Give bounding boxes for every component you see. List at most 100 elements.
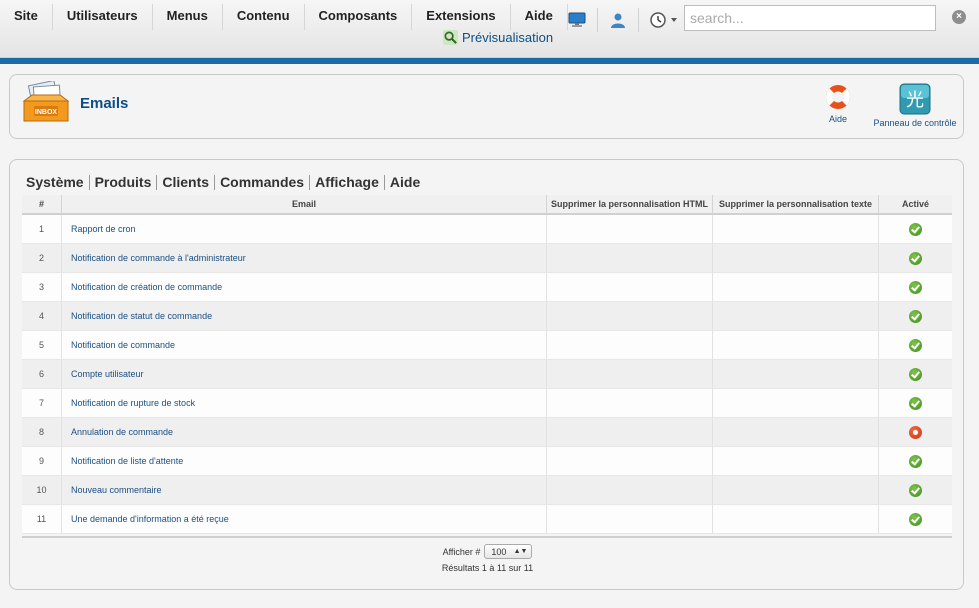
email-name-link[interactable]: Compte utilisateur bbox=[71, 369, 144, 379]
email-name-link[interactable]: Une demande d'information a été reçue bbox=[71, 514, 229, 524]
text-reset-cell bbox=[713, 447, 879, 476]
column-header-html-reset[interactable]: Supprimer la personnalisation HTML bbox=[547, 195, 713, 215]
active-check-icon[interactable] bbox=[909, 454, 922, 468]
active-check-icon[interactable] bbox=[909, 483, 922, 497]
active-check-icon[interactable] bbox=[909, 222, 922, 236]
active-cell bbox=[879, 273, 952, 302]
emails-table: # Email Supprimer la personnalisation HT… bbox=[22, 195, 952, 534]
menu-extensions[interactable]: Extensions bbox=[412, 4, 511, 30]
subnav-produits[interactable]: Produits bbox=[88, 175, 157, 190]
text-reset-cell bbox=[713, 360, 879, 389]
table-row: 4 Notification de statut de commande bbox=[22, 302, 952, 331]
email-name-cell: Compte utilisateur bbox=[62, 360, 547, 389]
email-name-link[interactable]: Annulation de commande bbox=[71, 427, 173, 437]
menu-composants[interactable]: Composants bbox=[305, 4, 413, 30]
email-name-cell: Notification de commande à l'administrat… bbox=[62, 244, 547, 273]
row-number: 7 bbox=[22, 389, 62, 418]
subnav-commandes[interactable]: Commandes bbox=[214, 175, 309, 190]
active-check-icon[interactable] bbox=[909, 396, 922, 410]
table-row: 11 Une demande d'information a été reçue bbox=[22, 505, 952, 534]
active-cell bbox=[879, 476, 952, 505]
email-name-link[interactable]: Notification de création de commande bbox=[71, 282, 222, 292]
subnav-clients[interactable]: Clients bbox=[156, 175, 214, 190]
inbox-icon: INBOX bbox=[22, 81, 70, 122]
active-cell bbox=[879, 331, 952, 360]
subnav-systeme[interactable]: Système bbox=[25, 175, 89, 190]
text-reset-cell bbox=[713, 331, 879, 360]
row-number: 6 bbox=[22, 360, 62, 389]
text-reset-cell bbox=[713, 389, 879, 418]
active-check-icon[interactable] bbox=[909, 251, 922, 265]
email-name-link[interactable]: Nouveau commentaire bbox=[71, 485, 162, 495]
top-menu-bar: Site Utilisateurs Menus Contenu Composan… bbox=[0, 0, 979, 58]
active-check-icon[interactable] bbox=[909, 280, 922, 294]
active-check-icon[interactable] bbox=[909, 512, 922, 526]
monitor-icon[interactable] bbox=[568, 11, 586, 29]
table-header-row: # Email Supprimer la personnalisation HT… bbox=[22, 195, 952, 215]
page-header-panel: INBOX Emails Aide 光 Panneau de contrôle bbox=[9, 74, 964, 139]
active-cell bbox=[879, 389, 952, 418]
row-number: 9 bbox=[22, 447, 62, 476]
table-row: 5 Notification de commande bbox=[22, 331, 952, 360]
table-row: 9 Notification de liste d'attente bbox=[22, 447, 952, 476]
magnifier-icon bbox=[443, 30, 458, 45]
limit-label: Afficher # bbox=[442, 546, 481, 557]
user-icon[interactable] bbox=[609, 11, 627, 29]
limit-select[interactable]: 100 ▲▼ bbox=[484, 544, 533, 559]
email-name-link[interactable]: Notification de commande à l'administrat… bbox=[71, 253, 246, 263]
email-name-link[interactable]: Notification de rupture de stock bbox=[71, 398, 195, 408]
html-reset-cell bbox=[547, 302, 713, 331]
inbox-icon-text: INBOX bbox=[35, 109, 58, 116]
html-reset-cell bbox=[547, 360, 713, 389]
active-cell bbox=[879, 302, 952, 331]
main-menu: Site Utilisateurs Menus Contenu Composan… bbox=[0, 4, 568, 30]
text-reset-cell bbox=[713, 215, 879, 244]
control-panel-button[interactable]: 光 Panneau de contrôle bbox=[870, 83, 960, 128]
active-check-icon[interactable] bbox=[909, 338, 922, 352]
email-name-link[interactable]: Notification de liste d'attente bbox=[71, 456, 183, 466]
html-reset-cell bbox=[547, 331, 713, 360]
text-reset-cell bbox=[713, 476, 879, 505]
sub-navigation: Système Produits Clients Commandes Affic… bbox=[25, 175, 425, 190]
active-cell bbox=[879, 447, 952, 476]
clock-dropdown-icon[interactable] bbox=[650, 11, 680, 29]
help-button[interactable]: Aide bbox=[818, 83, 858, 124]
column-header-active[interactable]: Activé bbox=[879, 195, 952, 215]
text-reset-cell bbox=[713, 505, 879, 534]
table-bottom-border bbox=[22, 536, 952, 538]
toolbar-separator bbox=[638, 8, 639, 32]
inactive-icon[interactable] bbox=[909, 425, 922, 439]
subnav-affichage[interactable]: Affichage bbox=[309, 175, 384, 190]
row-number: 4 bbox=[22, 302, 62, 331]
select-arrows-icon: ▲▼ bbox=[513, 548, 528, 555]
column-header-email[interactable]: Email bbox=[62, 195, 547, 215]
email-name-cell: Notification de commande bbox=[62, 331, 547, 360]
active-check-icon[interactable] bbox=[909, 309, 922, 323]
table-row: 10 Nouveau commentaire bbox=[22, 476, 952, 505]
text-reset-cell bbox=[713, 418, 879, 447]
search-input[interactable] bbox=[684, 5, 936, 31]
row-number: 8 bbox=[22, 418, 62, 447]
active-cell bbox=[879, 505, 952, 534]
menu-contenu[interactable]: Contenu bbox=[223, 4, 305, 30]
column-header-text-reset[interactable]: Supprimer la personnalisation texte bbox=[713, 195, 879, 215]
text-reset-cell bbox=[713, 302, 879, 331]
preview-link[interactable]: Prévisualisation bbox=[443, 30, 553, 45]
menu-aide[interactable]: Aide bbox=[511, 4, 568, 30]
email-name-cell: Annulation de commande bbox=[62, 418, 547, 447]
subnav-aide[interactable]: Aide bbox=[383, 175, 425, 190]
email-name-link[interactable]: Rapport de cron bbox=[71, 224, 136, 234]
column-header-number[interactable]: # bbox=[22, 195, 62, 215]
email-name-link[interactable]: Notification de statut de commande bbox=[71, 311, 212, 321]
svg-text:光: 光 bbox=[906, 90, 924, 111]
active-check-icon[interactable] bbox=[909, 367, 922, 381]
pagination: Afficher # 100 ▲▼ Résultats 1 à 11 sur 1… bbox=[10, 544, 965, 573]
email-name-link[interactable]: Notification de commande bbox=[71, 340, 175, 350]
menu-menus[interactable]: Menus bbox=[153, 4, 223, 30]
email-name-cell: Rapport de cron bbox=[62, 215, 547, 244]
html-reset-cell bbox=[547, 389, 713, 418]
menu-site[interactable]: Site bbox=[0, 4, 53, 30]
table-row: 6 Compte utilisateur bbox=[22, 360, 952, 389]
menu-utilisateurs[interactable]: Utilisateurs bbox=[53, 4, 153, 30]
clear-search-icon[interactable]: × bbox=[952, 10, 966, 24]
